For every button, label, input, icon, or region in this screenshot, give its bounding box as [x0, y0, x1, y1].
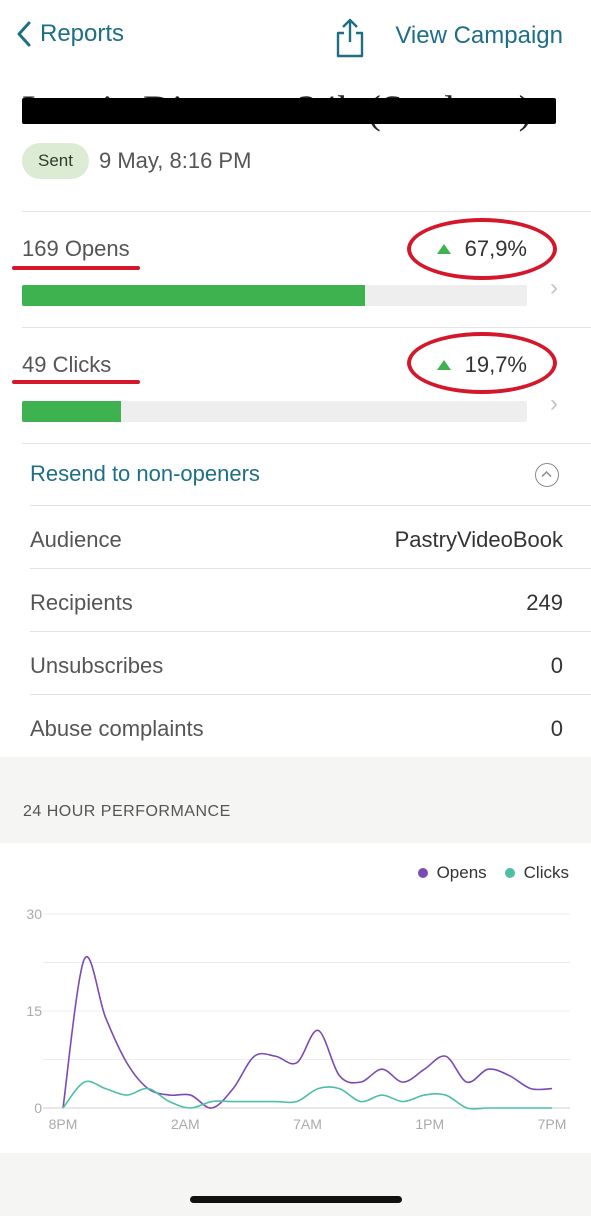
clicks-label: 49 Clicks: [22, 352, 112, 377]
performance-chart: Opens Clicks 0 15 30 8PM 2AM 7AM 1PM 7PM: [0, 843, 591, 1153]
detail-label: Audience: [30, 527, 122, 552]
annotation-circle: [407, 332, 557, 394]
annotation-circle: [407, 218, 557, 280]
redaction-bar: [22, 98, 556, 124]
divider: [22, 443, 591, 444]
status-badge: Sent: [22, 143, 89, 179]
detail-value: PastryVideoBook: [394, 527, 563, 552]
detail-row-unsubscribes: Unsubscribes 0: [30, 632, 565, 695]
opens-metric[interactable]: 169 Opens 67,9% ›: [12, 212, 572, 322]
sent-row: Sent 9 May, 8:16 PM: [22, 143, 251, 179]
nav-bar: Reports View Campaign: [0, 0, 591, 80]
detail-row-recipients: Recipients 249: [30, 569, 565, 632]
clicks-progress-fill: [22, 401, 122, 422]
share-button[interactable]: [330, 16, 370, 60]
section-title: 24 HOUR PERFORMANCE: [23, 803, 231, 820]
home-indicator[interactable]: [190, 1196, 402, 1203]
bottom-area: [0, 1153, 591, 1216]
chevron-up-icon: [541, 470, 552, 478]
opens-progress-fill: [22, 285, 365, 306]
chevron-up-circle-icon[interactable]: [535, 463, 559, 487]
detail-label: Unsubscribes: [30, 653, 164, 678]
clicks-progress-bar: [22, 401, 527, 422]
detail-label: Recipients: [30, 590, 133, 615]
back-label: Reports: [40, 20, 125, 47]
x-tick-label: 1PM: [415, 1116, 444, 1132]
back-button[interactable]: Reports: [16, 20, 124, 48]
x-tick-label: 7PM: [538, 1116, 567, 1132]
detail-value: 0: [550, 716, 563, 741]
detail-value: 0: [550, 653, 563, 678]
chevron-left-icon: [17, 21, 31, 47]
annotation-underline: [12, 266, 140, 270]
x-tick-label: 7AM: [293, 1116, 322, 1132]
detail-row-abuse-complaints: Abuse complaints 0: [30, 695, 565, 758]
detail-value: 249: [526, 590, 563, 615]
series-line-opens: [62, 955, 553, 1109]
chevron-right-icon: ›: [550, 390, 558, 417]
line-chart: 0 15 30 8PM 2AM 7AM 1PM 7PM: [26, 906, 570, 1132]
chevron-right-icon: ›: [550, 274, 558, 301]
share-icon: [336, 18, 364, 58]
detail-label: Abuse complaints: [30, 716, 204, 741]
clicks-metric[interactable]: 49 Clicks 19,7% ›: [12, 328, 572, 438]
campaign-title: Lancio Discount 24h (Students): [22, 88, 567, 138]
opens-progress-bar: [22, 285, 527, 306]
resend-row[interactable]: Resend to non-openers: [30, 445, 565, 505]
detail-row-audience: Audience PastryVideoBook: [30, 506, 565, 569]
resend-label: Resend to non-openers: [30, 461, 260, 486]
y-tick-label: 30: [26, 906, 42, 922]
series-line-clicks: [62, 1080, 552, 1110]
performance-section-header: 24 HOUR PERFORMANCE: [0, 757, 591, 843]
view-campaign-link[interactable]: View Campaign: [395, 22, 563, 50]
sent-date: 9 May, 8:16 PM: [98, 148, 252, 173]
y-tick-label: 15: [26, 1003, 42, 1019]
y-tick-label: 0: [34, 1100, 42, 1116]
x-tick-label: 8PM: [49, 1116, 78, 1132]
opens-label: 169 Opens: [22, 236, 130, 261]
x-tick-label: 2AM: [171, 1116, 200, 1132]
annotation-underline: [12, 380, 140, 384]
